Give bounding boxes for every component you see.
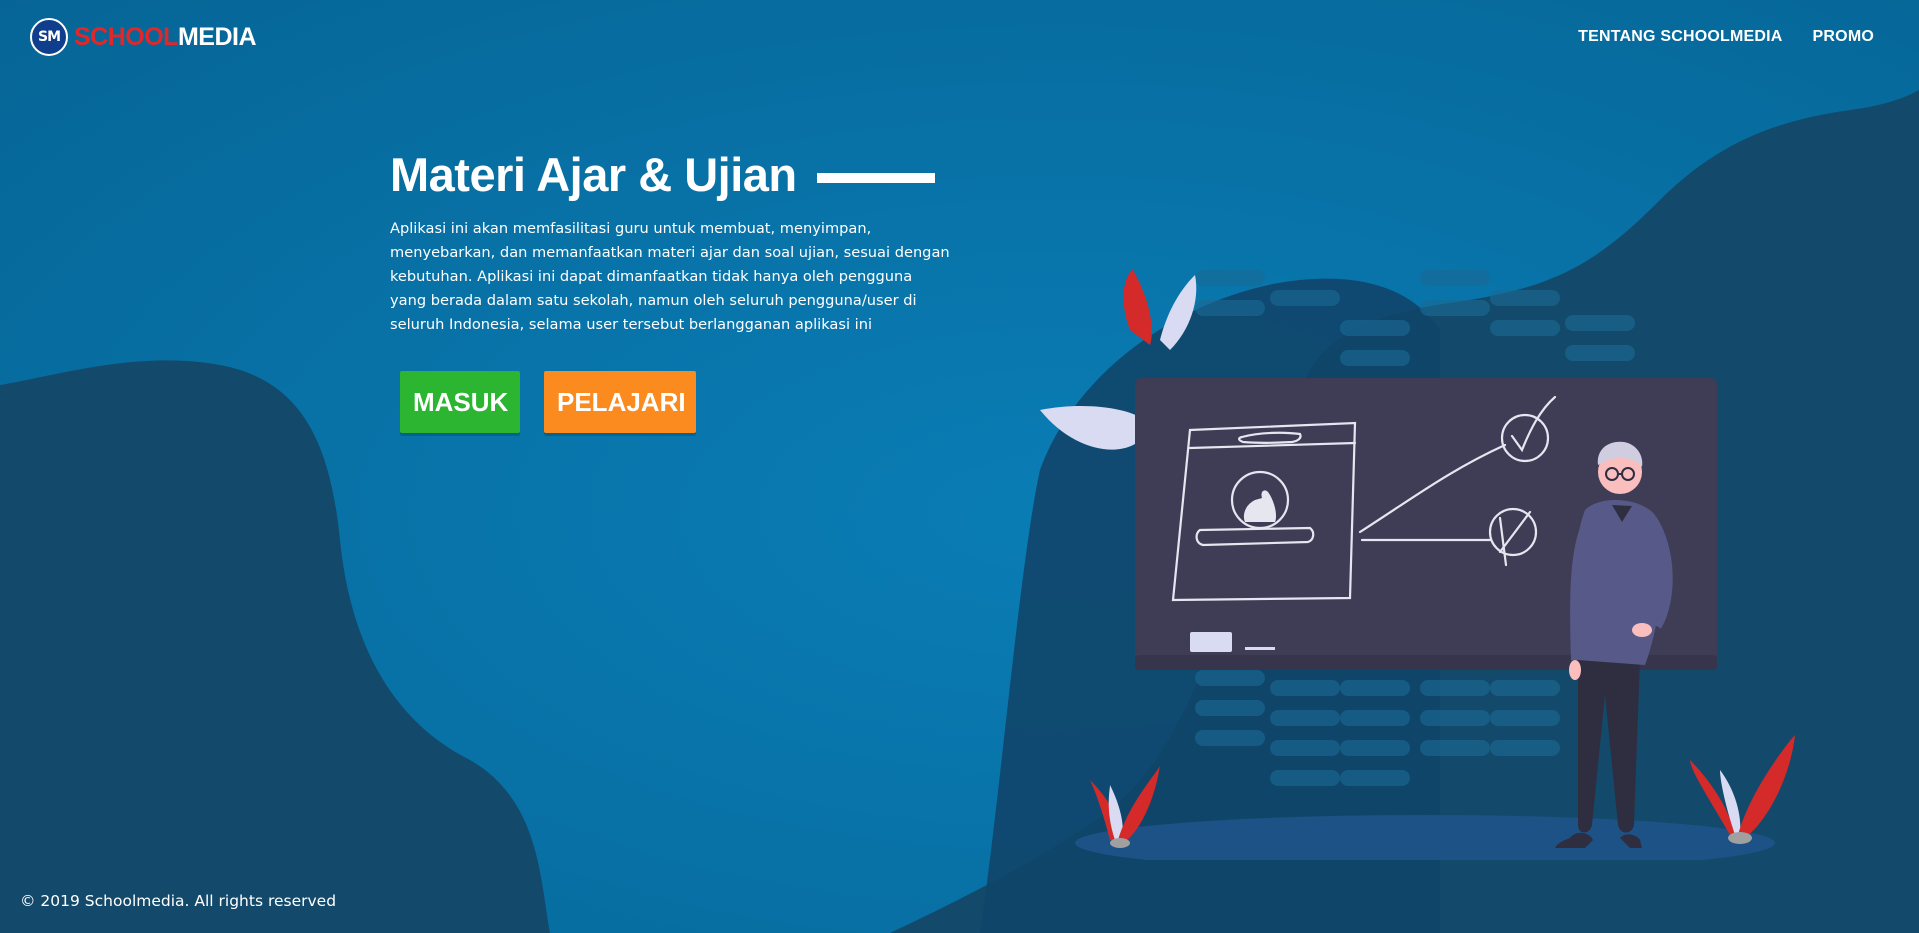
teacher-illustration (1040, 270, 1795, 860)
title-underline (816, 173, 935, 183)
nav-link-tentang[interactable]: TENTANG SCHOOLMEDIA (1578, 28, 1782, 46)
logo-mark-icon: SM (30, 18, 68, 56)
hero-title-row: Materi Ajar & Ujian (390, 145, 950, 205)
nav-link-promo[interactable]: PROMO (1813, 28, 1874, 46)
eraser (1190, 632, 1232, 652)
masuk-button[interactable]: MASUK (400, 371, 520, 433)
leaf-white-left (1040, 405, 1150, 450)
hero-section: Materi Ajar & Ujian Aplikasi ini akan me… (390, 145, 950, 433)
left-dark-wave (0, 360, 550, 933)
top-nav: TENTANG SCHOOLMEDIA PROMO (1578, 28, 1874, 46)
brand-name: SCHOOLMEDIA (74, 22, 257, 52)
brand-name-part1: SCHOOL (74, 22, 178, 51)
chalk (1245, 647, 1275, 650)
pelajari-button[interactable]: PELAJARI (544, 371, 696, 433)
hero-description: Aplikasi ini akan memfasilitasi guru unt… (390, 220, 950, 333)
leaf-white-top (1160, 275, 1197, 350)
floor-shadow (1075, 815, 1775, 860)
brand-logo[interactable]: SM SCHOOLMEDIA (30, 18, 257, 56)
brand-name-part2: MEDIA (177, 22, 257, 51)
leaf-red-top (1123, 270, 1152, 345)
footer-copyright: © 2019 Schoolmedia. All rights reserved (20, 892, 337, 910)
hero-title: Materi Ajar & Ujian (390, 148, 797, 201)
header: SM SCHOOLMEDIA TENTANG SCHOOLMEDIA PROMO (0, 0, 1919, 78)
hero-buttons: MASUK PELAJARI (400, 371, 950, 433)
